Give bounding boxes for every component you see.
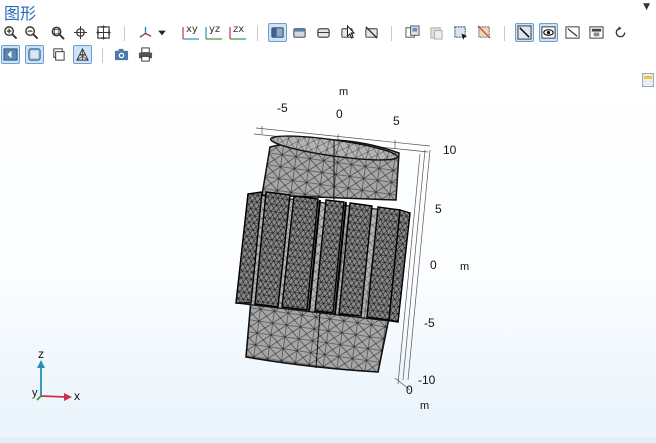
view-dropdown-chevron-down-icon[interactable]: [156, 23, 168, 42]
zoom-out-icon[interactable]: [22, 23, 41, 42]
zoom-extents-icon[interactable]: [94, 23, 113, 42]
axis-ortho-icon[interactable]: [49, 45, 68, 64]
zoom-in-icon[interactable]: [1, 23, 20, 42]
scene-light-icon[interactable]: [515, 23, 534, 42]
view-yz-label: yz: [209, 24, 221, 35]
right-axis-tick: -10: [418, 373, 436, 387]
view-zx-button[interactable]: zx: [228, 24, 248, 42]
camera-icon[interactable]: [112, 45, 131, 64]
select-edges-icon[interactable]: [314, 23, 333, 42]
graphics-viewport[interactable]: m -5 0 5 10 5 0 m -5 -10 0 m z y x: [0, 70, 656, 443]
top-axis-tick: 5: [393, 114, 400, 128]
right-axis-unit: m: [460, 261, 470, 273]
right-axis-tick: 0: [430, 258, 437, 272]
grid-toggle-icon[interactable]: [25, 45, 44, 64]
side-panel-toggle-icon[interactable]: [642, 72, 654, 87]
status-strip: [0, 437, 656, 443]
triad-z-label: z: [38, 347, 44, 361]
top-axis-tick: 0: [336, 107, 343, 121]
transparency-eye-icon[interactable]: [539, 23, 558, 42]
select-points-icon[interactable]: [338, 23, 357, 42]
finned-band: [235, 191, 411, 323]
render-mode-icon[interactable]: [587, 23, 606, 42]
mesh-model: [36, 126, 431, 401]
zoom-box-icon[interactable]: [48, 23, 67, 42]
hide-geometry-icon[interactable]: [475, 23, 494, 42]
view-axis-icon[interactable]: [136, 23, 155, 42]
copy-image-icon[interactable]: [403, 23, 422, 42]
reset-view-icon[interactable]: [611, 23, 630, 42]
view-xy-label: xy: [186, 24, 198, 35]
select-boundaries-icon[interactable]: [290, 23, 309, 42]
graphics-toolbar-row-1: xy yz zx: [0, 22, 656, 44]
right-axis-tick: 5: [435, 202, 442, 216]
collapse-icon[interactable]: ▼: [643, 2, 650, 12]
view-xy-button[interactable]: xy: [181, 24, 201, 42]
bottom-axis-tick: 0: [406, 383, 413, 397]
graphics-toolbar-row-2: [0, 44, 656, 66]
right-axis-tick: 10: [443, 143, 457, 157]
coordinate-triad: [36, 360, 72, 401]
view-zx-label: zx: [233, 24, 245, 35]
select-box-icon[interactable]: [451, 23, 470, 42]
right-axis-tick: -5: [424, 316, 435, 330]
top-axis-unit: m: [339, 86, 349, 98]
view-yz-button[interactable]: yz: [204, 24, 224, 42]
zoom-selection-icon[interactable]: [71, 23, 90, 42]
triad-x-label: x: [74, 389, 80, 403]
bottom-axis-unit: m: [420, 400, 430, 412]
window-title: 图形: [4, 4, 37, 23]
title-bar: 图形 ▼: [0, 0, 656, 23]
top-axis-tick: -5: [277, 101, 288, 115]
select-domains-icon[interactable]: [268, 23, 287, 42]
select-mode-icon[interactable]: [1, 45, 20, 64]
mesh-render-icon[interactable]: [73, 45, 92, 64]
paste-icon[interactable]: [427, 23, 446, 42]
print-icon[interactable]: [136, 45, 155, 64]
clear-selection-icon[interactable]: [362, 23, 381, 42]
wireframe-icon[interactable]: [563, 23, 582, 42]
triad-y-label: y: [32, 387, 38, 399]
